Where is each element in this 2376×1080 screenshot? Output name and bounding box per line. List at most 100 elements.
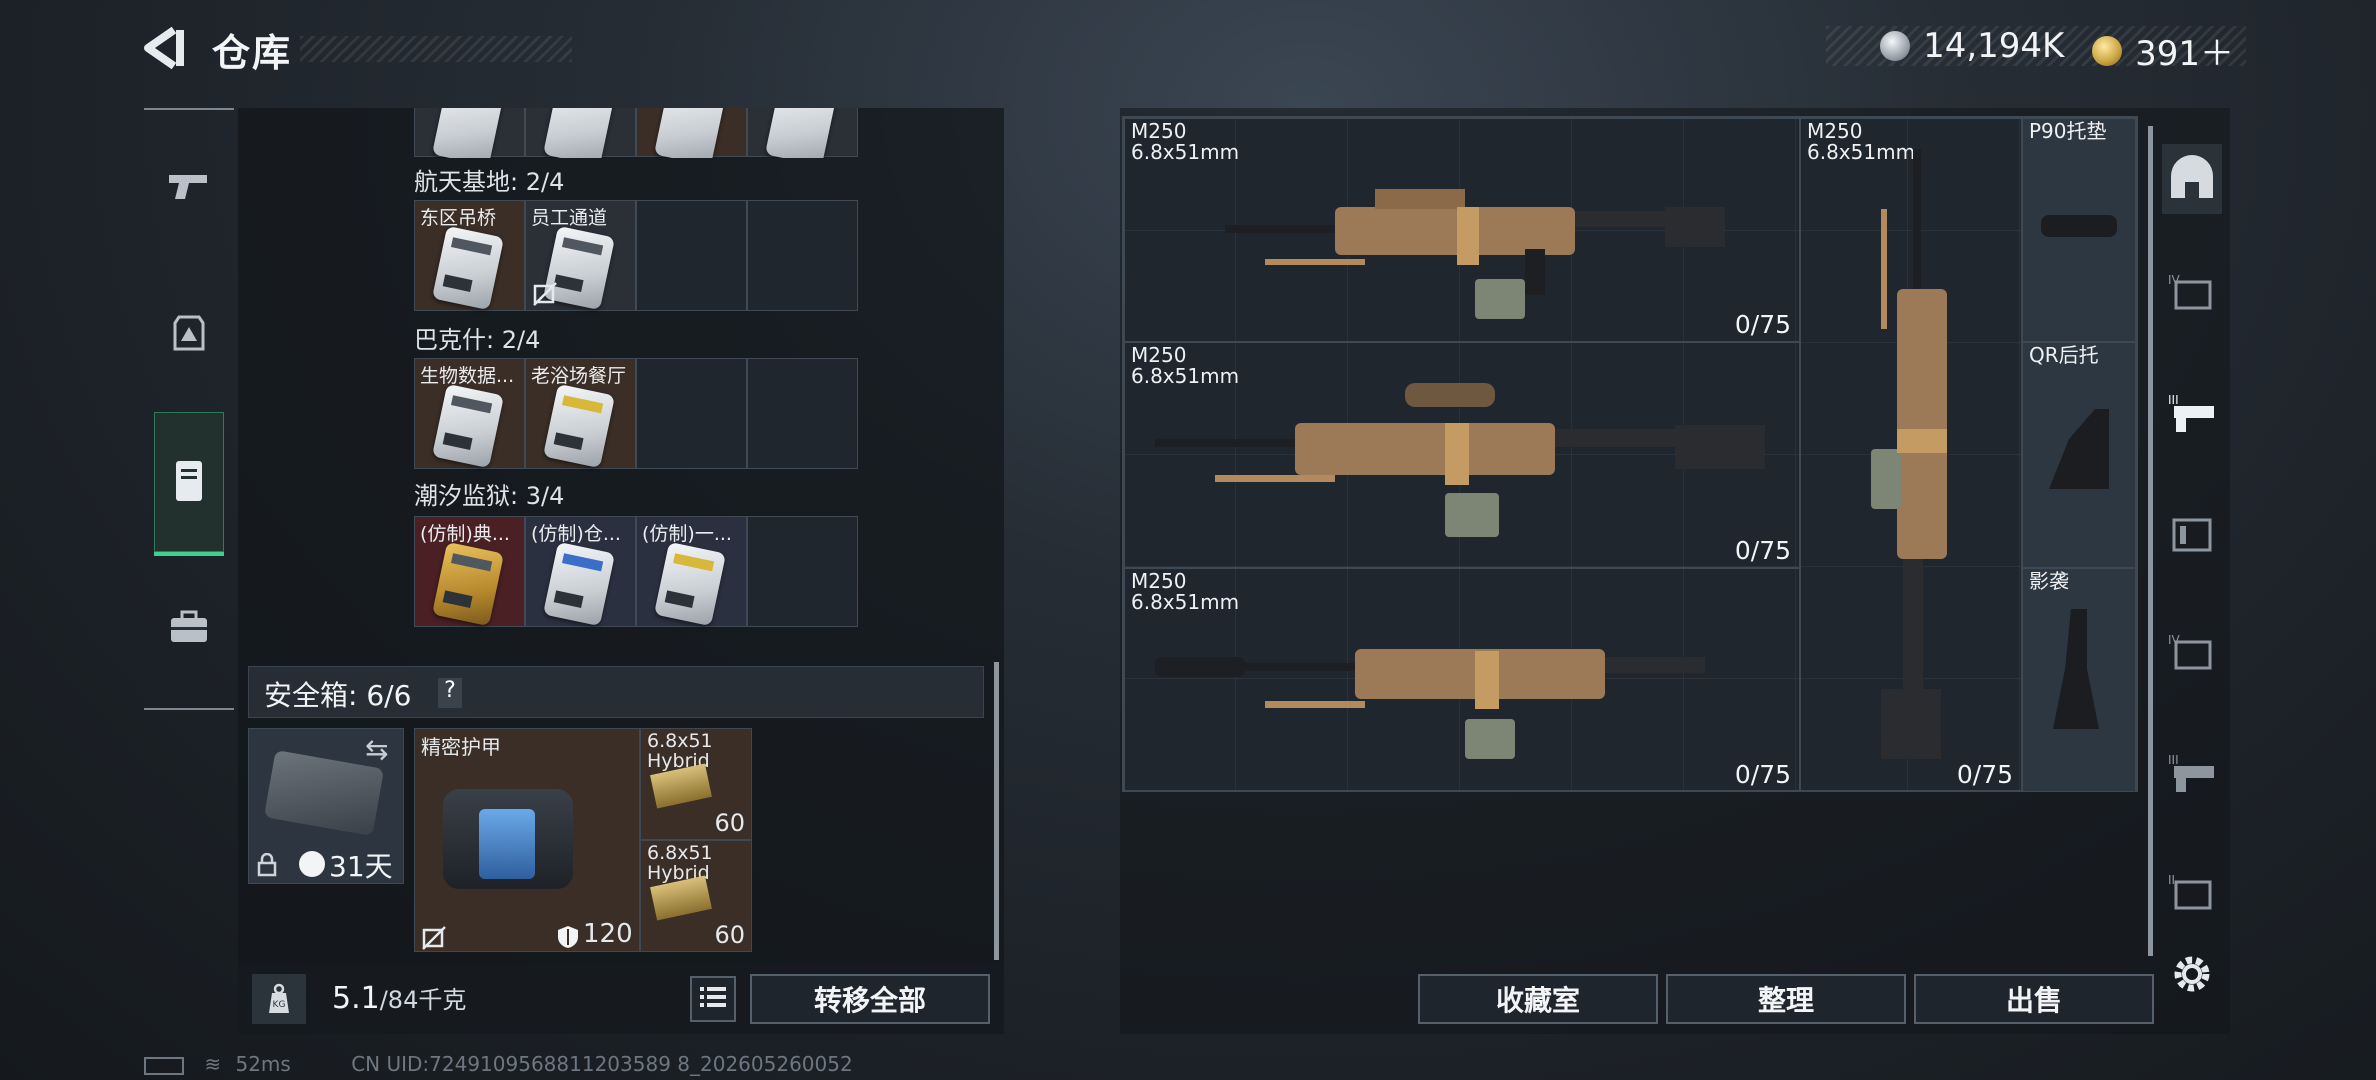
stash-scrollbar[interactable] <box>994 662 999 960</box>
keycard-icon <box>542 383 616 469</box>
machine-gun-icon <box>1225 189 1725 319</box>
tab-equipment[interactable] <box>144 270 234 400</box>
armor-badge-icon <box>171 313 207 357</box>
locker-icon <box>174 459 204 507</box>
filter-tab-shelter[interactable] <box>2162 144 2222 214</box>
gold-coin-icon <box>2092 35 2122 66</box>
lock-icon <box>257 852 277 881</box>
weight-current: 5.1 <box>332 981 380 1016</box>
tab-toolbox[interactable] <box>144 564 234 694</box>
tab-divider <box>144 108 234 110</box>
attachment-name: P90托垫 <box>2029 119 2107 143</box>
armor-name: 精密护甲 <box>421 735 501 759</box>
silver-balance: 14,194K <box>1923 26 2065 66</box>
keycard-slot[interactable]: 东区吊桥 <box>414 200 525 311</box>
title-decoration <box>300 36 572 62</box>
swap-icon[interactable]: ⇆ <box>365 733 388 766</box>
weapon-caliber: 6.8x51mm <box>1131 140 1240 164</box>
filter-tab-rifle-iii-2[interactable]: III <box>2162 740 2222 810</box>
safe-box-help-button[interactable]: ? <box>438 678 462 708</box>
armor-bag-icon <box>443 789 573 889</box>
case-days-remaining: 31天 <box>329 850 393 883</box>
keycard-icon <box>431 383 505 469</box>
weapon-ammo-count: 0/75 <box>1734 760 1791 789</box>
keycard-row-partial <box>414 108 864 158</box>
empty-slot <box>747 200 858 311</box>
keycard-slot[interactable]: (仿制)一... <box>636 516 747 627</box>
filter-tab-armor-iv-2[interactable]: IV <box>2162 620 2222 690</box>
pistol-icon <box>167 169 211 209</box>
battery-icon <box>144 1056 184 1075</box>
keycard-row: 东区吊桥 员工通道 <box>414 200 864 313</box>
attachment-slot[interactable]: QR后托 <box>2022 342 2136 568</box>
filter-tab-armor-iv[interactable]: IV <box>2162 260 2222 330</box>
weapon-footer: 收藏室 整理 出售 <box>1120 964 2230 1034</box>
ammo-count: 60 <box>714 921 745 949</box>
weapon-slot[interactable]: M250 6.8x51mm 0/75 <box>1124 568 1800 792</box>
armor-durability: 120 <box>583 919 633 949</box>
svg-text:IV: IV <box>2168 633 2181 647</box>
weapon-name: M250 <box>1131 569 1187 593</box>
keycard-icon <box>542 541 616 627</box>
filter-tab-armor-ii[interactable]: II <box>2162 860 2222 930</box>
secure-case-slot[interactable]: ⇆ 31天 <box>248 728 404 884</box>
svg-text:II: II <box>2168 873 2175 887</box>
settings-gear-icon[interactable] <box>2170 952 2214 1000</box>
attachment-name: QR后托 <box>2029 343 2099 367</box>
weapon-slot[interactable]: M250 6.8x51mm 0/75 <box>1124 118 1800 342</box>
no-transfer-icon <box>532 281 558 311</box>
tab-divider <box>144 708 234 710</box>
safe-box-label: 安全箱: 6/6 <box>264 679 412 712</box>
keycard-icon <box>431 225 505 311</box>
weapon-scrollbar[interactable] <box>2148 126 2153 956</box>
keycard-slot[interactable]: 老浴场餐厅 <box>525 358 636 469</box>
clock-icon <box>299 851 325 877</box>
empty-slot <box>747 516 858 627</box>
ammo-box-icon <box>2166 510 2218 560</box>
weapon-ammo-count: 0/75 <box>1956 760 2013 789</box>
machine-gun-icon <box>1155 383 1765 537</box>
weapon-name: M250 <box>1131 119 1187 143</box>
section-label-bakesh: 巴克什: 2/4 <box>414 326 541 354</box>
rifle-tier-icon: III <box>2166 750 2218 800</box>
currency-bar: 14,194K 391＋ <box>1826 26 2246 74</box>
stock-icon <box>2053 609 2099 729</box>
attachment-name: 影袭 <box>2029 569 2069 593</box>
transfer-all-button[interactable]: 转移全部 <box>750 974 990 1024</box>
weapon-name: M250 <box>1807 119 1863 143</box>
ping-value: 52ms <box>235 1052 291 1076</box>
keycard-slot[interactable]: 生物数据... <box>414 358 525 469</box>
shield-icon <box>557 925 579 953</box>
ammo-slot[interactable]: 6.8x51 Hybrid 60 <box>640 728 752 840</box>
tab-weapons[interactable] <box>144 124 234 254</box>
keycard-slot[interactable]: (仿制)典... <box>414 516 525 627</box>
weapon-slot[interactable]: M250 6.8x51mm 0/75 <box>1124 342 1800 568</box>
attachment-slot[interactable]: 影袭 <box>2022 568 2136 792</box>
keycard-icon <box>431 541 505 627</box>
sell-button[interactable]: 出售 <box>1914 974 2154 1024</box>
filter-tab-ammo[interactable] <box>2162 500 2222 570</box>
empty-slot <box>636 200 747 311</box>
machine-gun-icon <box>1155 649 1705 759</box>
weight-max: /84千克 <box>379 986 467 1014</box>
collection-room-button[interactable]: 收藏室 <box>1418 974 1658 1024</box>
gold-balance[interactable]: 391＋ <box>2135 34 2234 74</box>
keycard-slot[interactable]: 员工通道 <box>525 200 636 311</box>
keycard-row: 生物数据... 老浴场餐厅 <box>414 358 864 471</box>
status-bar: ≋ 52ms CN UID:7249109568811203589 8_2026… <box>144 1052 853 1076</box>
weapon-slot[interactable]: M250 6.8x51mm 0/75 <box>1800 118 2022 792</box>
back-button[interactable] <box>140 24 190 72</box>
tab-warehouse[interactable] <box>144 418 234 548</box>
home-shelter-icon <box>2167 154 2217 204</box>
keycard-slot[interactable]: (仿制)仓... <box>525 516 636 627</box>
list-view-button[interactable] <box>690 976 736 1022</box>
armor-slot[interactable]: 精密护甲 120 <box>414 728 640 952</box>
filter-tab-rifle-iii[interactable]: III <box>2162 380 2222 450</box>
weapon-ammo-count: 0/75 <box>1734 536 1791 565</box>
rifle-tier-icon: III <box>2166 390 2218 440</box>
organize-button[interactable]: 整理 <box>1666 974 1906 1024</box>
butt-pad-icon <box>2041 215 2117 237</box>
ammo-slot[interactable]: 6.8x51 Hybrid 60 <box>640 840 752 952</box>
attachment-slot[interactable]: P90托垫 <box>2022 118 2136 342</box>
svg-text:IV: IV <box>2168 273 2181 287</box>
